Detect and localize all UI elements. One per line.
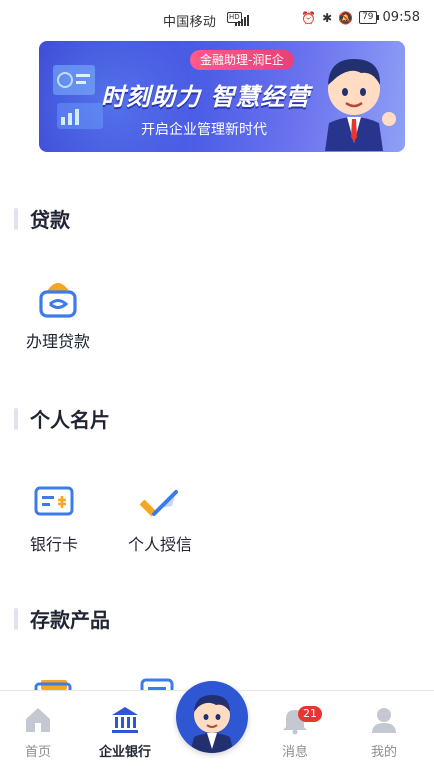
banner-tag: 金融助理-润E企 (190, 50, 294, 70)
carrier-name: 中国移动 (163, 15, 217, 30)
banner-slogan: 时刻助力 智慧经营 (101, 83, 311, 111)
battery-icon: 79 (359, 11, 380, 24)
mute-icon: 🔕 (338, 10, 354, 25)
section-marker (14, 607, 18, 630)
mascot-icon (325, 59, 396, 151)
tab-home[interactable]: 首页 (3, 705, 73, 760)
promo-banner[interactable]: 金融助理-润E企 时刻助力 智慧经营 开启企业管理新时代 (39, 41, 405, 152)
bank-card-icon (34, 486, 74, 516)
alarm-icon: ⏰ (301, 10, 317, 25)
tab-mine[interactable]: 我的 (349, 705, 419, 760)
tab-label: 消息 (281, 745, 308, 760)
tile-label: 个人授信 (127, 535, 192, 554)
home-icon (26, 708, 50, 732)
personal-credit-tile[interactable]: 个人授信 (110, 480, 210, 555)
dashboard-illustration-icon (53, 65, 103, 129)
section-heading: 贷款 (30, 208, 70, 232)
section-heading: 存款产品 (30, 608, 110, 632)
messages-badge: 21 (298, 706, 322, 722)
deposit-section-title: 存款产品 (14, 604, 110, 633)
status-bar: 中国移动 HD ⏰ ✱ 🔕 79 09:58 (0, 0, 434, 40)
banner-subtitle: 开启企业管理新时代 (141, 122, 267, 138)
tile-label: 办理贷款 (25, 332, 90, 351)
loan-icon (39, 283, 77, 318)
tab-enterprise-bank[interactable]: 企业银行 (90, 705, 160, 760)
loan-section-title: 贷款 (14, 204, 70, 233)
mascot-avatar-icon (190, 695, 234, 753)
clock: 09:58 (382, 10, 420, 25)
apply-loan-tile[interactable]: 办理贷款 (8, 277, 108, 352)
personal-card-section-title: 个人名片 (14, 404, 110, 433)
status-icons: ⏰ ✱ 🔕 79 09:58 (301, 10, 420, 25)
section-marker (14, 407, 18, 430)
tab-label: 企业银行 (98, 745, 151, 760)
assistant-center-button[interactable] (176, 681, 248, 753)
tile-label: 银行卡 (29, 535, 78, 554)
section-marker (14, 207, 18, 230)
section-heading: 个人名片 (30, 408, 110, 432)
tab-label: 首页 (24, 745, 51, 760)
user-icon (372, 708, 396, 733)
bluetooth-icon: ✱ (322, 10, 333, 25)
bank-card-tile[interactable]: 银行卡 (4, 480, 104, 555)
tab-label: 我的 (370, 745, 397, 760)
personal-credit-icon (139, 490, 178, 517)
signal-strength-icon (235, 14, 249, 26)
bank-building-icon (112, 707, 138, 733)
